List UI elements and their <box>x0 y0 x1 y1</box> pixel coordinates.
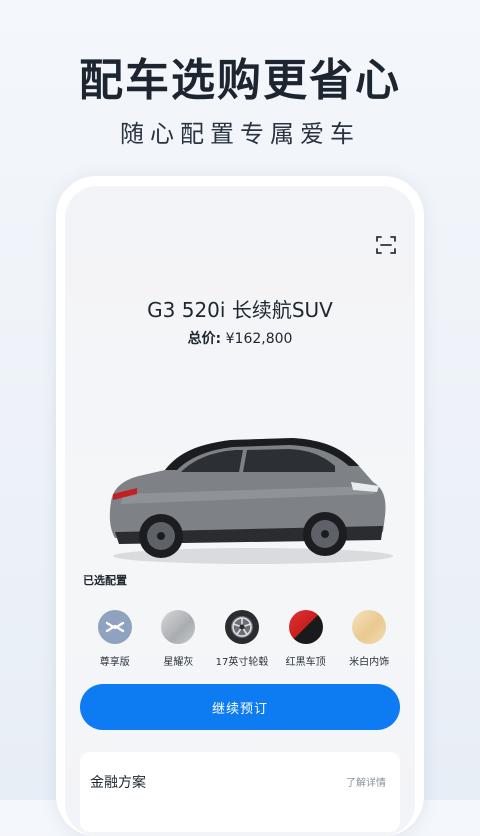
config-swatch-list: 尊享版 星耀灰 17英寸轮毂 红黑车顶 米白内饰 <box>83 610 401 668</box>
finance-card[interactable]: 金融方案 了解详情 <box>80 752 400 832</box>
roof-color-icon <box>288 610 323 644</box>
config-item-interior[interactable]: 米白内饰 <box>337 610 401 668</box>
config-item-wheel[interactable]: 17英寸轮毂 <box>210 610 274 668</box>
trim-logo-icon <box>97 610 132 644</box>
configurator-screen: G3 520i 长续航SUV 总价: ¥162,800 已选配置 尊享版 星耀灰… <box>65 186 415 836</box>
config-item-label: 红黑车顶 <box>285 657 326 668</box>
interior-swatch-icon <box>352 610 387 644</box>
phone-frame: G3 520i 长续航SUV 总价: ¥162,800 已选配置 尊享版 星耀灰… <box>56 176 424 836</box>
price-label: 总价: <box>187 331 222 347</box>
config-item-label: 17英寸轮毂 <box>215 657 269 668</box>
scan-icon[interactable] <box>375 234 397 256</box>
config-item-label: 米白内饰 <box>349 657 390 668</box>
hero-title: 配车选购更省心 <box>79 55 401 106</box>
car-image <box>109 438 393 564</box>
wheel-icon <box>224 610 259 644</box>
car-model-name: G3 520i 长续航SUV <box>147 298 333 322</box>
price-row: 总价: ¥162,800 <box>65 328 415 348</box>
finance-details-link[interactable]: 了解详情 <box>346 774 386 789</box>
finance-title: 金融方案 <box>90 775 146 791</box>
paint-swatch-icon <box>161 610 196 644</box>
price-value: ¥162,800 <box>225 331 293 347</box>
config-item-roof[interactable]: 红黑车顶 <box>274 610 338 668</box>
hero-subtitle: 随心配置专属爱车 <box>120 120 360 148</box>
continue-booking-button[interactable]: 继续预订 <box>80 684 400 730</box>
config-item-label: 尊享版 <box>99 657 130 668</box>
config-item-paint[interactable]: 星耀灰 <box>147 610 211 668</box>
config-item-label: 星耀灰 <box>163 657 194 668</box>
selected-config-title: 已选配置 <box>83 574 127 587</box>
config-item-trim[interactable]: 尊享版 <box>83 610 147 668</box>
